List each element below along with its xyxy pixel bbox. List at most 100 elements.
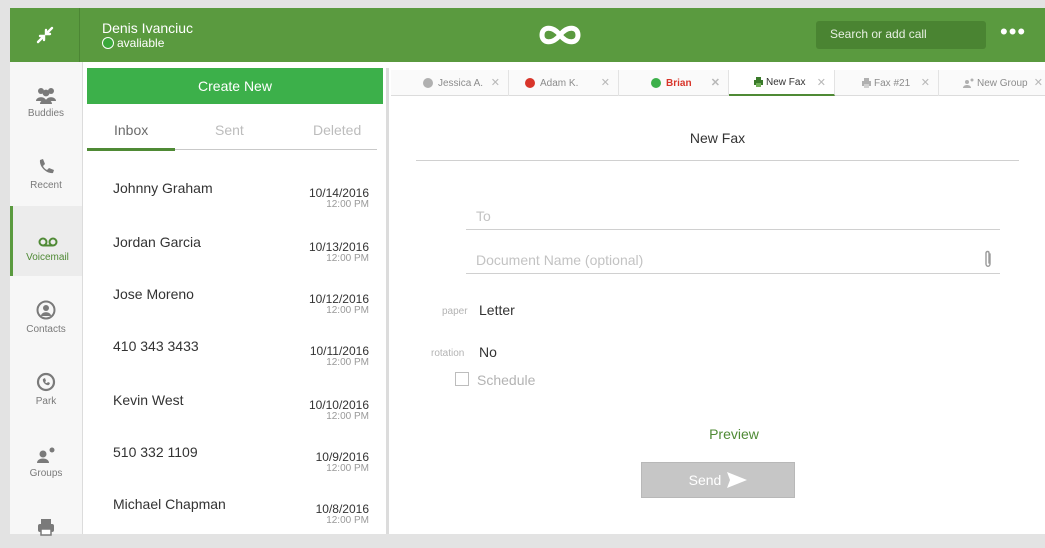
schedule-checkbox[interactable] <box>455 372 469 386</box>
schedule-label: Schedule <box>477 372 536 388</box>
list-item-name: Kevin West <box>113 392 184 408</box>
close-icon[interactable]: ✕ <box>921 76 930 89</box>
send-button[interactable]: Send <box>641 462 795 498</box>
tab-brian[interactable]: Brian ✕ <box>619 70 729 96</box>
user-name: Denis Ivanciuc <box>102 20 194 36</box>
tab-label: Jessica A. <box>438 77 484 89</box>
list-item-time: 12:00 PM <box>326 357 369 368</box>
list-item-date: 10/11/2016 <box>309 344 369 358</box>
list-item-name: 510 332 1109 <box>113 444 198 460</box>
conversation-tabs: Jessica A. ✕ Adam K. ✕ Brian ✕ New Fax ✕… <box>391 70 1045 96</box>
list-item-date: 10/9/2016 <box>315 450 369 464</box>
list-item-time: 12:00 PM <box>326 515 369 526</box>
tab-label: New Fax <box>766 76 806 88</box>
fax-icon <box>862 78 871 88</box>
document-name-placeholder: Document Name (optional) <box>476 252 644 268</box>
folder-tabs: Inbox Sent Deleted <box>87 114 377 151</box>
presence-dot-icon <box>423 78 433 88</box>
status-dot-icon <box>102 37 114 49</box>
fax-icon <box>754 77 763 87</box>
to-field[interactable]: To <box>466 206 1000 230</box>
logo-icon <box>539 25 581 45</box>
more-icon: ••• <box>1000 19 1027 44</box>
list-item-date: 10/8/2016 <box>315 502 369 516</box>
app-window: Denis Ivanciuc avaliable Search or add c… <box>10 8 1045 536</box>
page-title: New Fax <box>689 130 746 146</box>
list-item[interactable]: Jordan Garcia 10/13/2016 12:00 PM <box>87 234 377 286</box>
list-item-time: 12:00 PM <box>326 305 369 316</box>
list-item-time: 12:00 PM <box>326 411 369 422</box>
list-item[interactable]: Michael Chapman 10/8/2016 12:00 PM <box>87 496 377 548</box>
tab-deleted[interactable]: Deleted <box>313 122 361 138</box>
nav-item-park[interactable]: Park <box>10 350 82 420</box>
send-icon <box>727 472 748 488</box>
nav-label-buddies: Buddies <box>27 108 65 119</box>
more-menu-button[interactable]: ••• <box>1000 19 1027 44</box>
tab-fax-21[interactable]: Fax #21 ✕ <box>835 70 939 96</box>
tab-jessica[interactable]: Jessica A. ✕ <box>391 70 509 96</box>
group-icon <box>963 78 974 88</box>
panel-divider[interactable] <box>386 68 389 534</box>
nav-label-voicemail: Voicemail <box>26 252 69 263</box>
paper-label: paper <box>442 306 468 317</box>
nav-item-fax[interactable] <box>10 494 82 536</box>
paper-select[interactable]: Letter <box>479 302 515 318</box>
tab-new-fax[interactable]: New Fax ✕ <box>729 70 835 96</box>
rotation-label: rotation <box>431 348 465 359</box>
nav-item-recent[interactable]: Recent <box>10 134 82 204</box>
close-icon[interactable]: ✕ <box>711 76 720 89</box>
left-nav: Buddies Recent Voicemail Contacts Park G… <box>10 62 83 536</box>
fax-icon <box>38 519 54 536</box>
list-item[interactable]: 510 332 1109 10/9/2016 12:00 PM <box>87 444 377 496</box>
list-item-time: 12:00 PM <box>326 463 369 474</box>
collapse-button[interactable] <box>10 8 80 62</box>
list-item[interactable]: Kevin West 10/10/2016 12:00 PM <box>87 392 377 444</box>
user-info[interactable]: Denis Ivanciuc avaliable <box>102 21 193 50</box>
close-icon[interactable]: ✕ <box>817 76 826 89</box>
document-name-field[interactable]: Document Name (optional) <box>466 250 1000 274</box>
tab-sent[interactable]: Sent <box>215 122 244 138</box>
create-new-button[interactable]: Create New <box>87 68 383 104</box>
rotation-select[interactable]: No <box>479 344 497 360</box>
nav-label-groups: Groups <box>29 468 63 479</box>
preview-link[interactable]: Preview <box>684 426 784 442</box>
busy-dot-icon <box>525 78 535 88</box>
list-item[interactable]: Johnny Graham 10/14/2016 12:00 PM <box>87 180 377 232</box>
close-icon[interactable]: ✕ <box>491 76 500 89</box>
list-item-date: 10/12/2016 <box>308 292 369 306</box>
list-item-name: Johnny Graham <box>113 180 213 196</box>
contact-icon <box>36 300 56 320</box>
paperclip-icon <box>985 250 991 267</box>
presence-dot-icon <box>651 78 661 88</box>
close-icon[interactable]: ✕ <box>1034 76 1043 89</box>
search-placeholder: Search or add call <box>830 27 927 41</box>
user-status-text: avaliable <box>117 36 165 50</box>
voicemail-list-panel: Create New Inbox Sent Deleted Johnny Gra… <box>87 68 383 534</box>
top-bar: Denis Ivanciuc avaliable Search or add c… <box>10 8 1045 62</box>
tab-label: Adam K. <box>540 77 579 89</box>
voicemail-icon <box>38 237 57 247</box>
list-item-time: 12:00 PM <box>326 253 369 264</box>
close-icon[interactable]: ✕ <box>601 76 610 89</box>
phone-icon <box>39 159 54 174</box>
nav-item-contacts[interactable]: Contacts <box>10 278 82 348</box>
nav-item-voicemail[interactable]: Voicemail <box>10 206 82 276</box>
list-item-date: 10/10/2016 <box>308 398 369 412</box>
nav-item-groups[interactable]: Groups <box>10 422 82 492</box>
buddies-icon <box>36 88 56 104</box>
title-divider <box>416 160 1019 161</box>
nav-label-contacts: Contacts <box>26 324 66 335</box>
list-item-name: Michael Chapman <box>113 496 226 512</box>
list-item[interactable]: 410 343 3433 10/11/2016 12:00 PM <box>87 338 377 390</box>
park-icon <box>36 372 56 392</box>
groups-icon <box>37 447 55 463</box>
list-item-date: 10/14/2016 <box>308 186 369 200</box>
search-input[interactable]: Search or add call <box>816 21 986 49</box>
tab-adam[interactable]: Adam K. ✕ <box>509 70 619 96</box>
nav-item-buddies[interactable]: Buddies <box>10 62 82 132</box>
list-item[interactable]: Jose Moreno 10/12/2016 12:00 PM <box>87 286 377 338</box>
list-item-name: Jose Moreno <box>113 286 194 302</box>
tab-inbox[interactable]: Inbox <box>114 122 148 138</box>
tab-new-group[interactable]: New Group ✕ <box>939 70 1045 96</box>
attach-button[interactable] <box>982 250 994 273</box>
